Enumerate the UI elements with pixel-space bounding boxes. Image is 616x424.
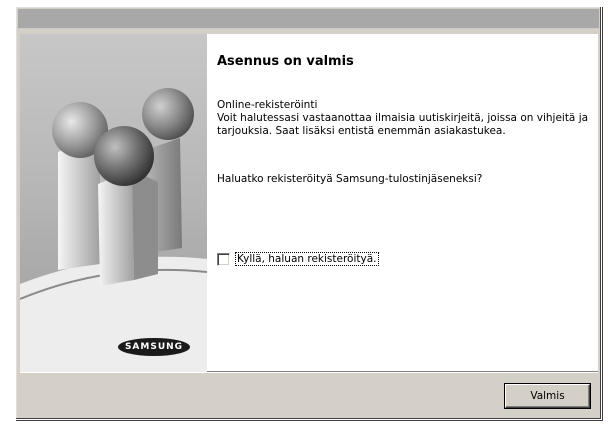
page-title: Asennus on valmis <box>217 54 354 69</box>
description-text: Voit halutessasi vastaanottaa ilmaisia u… <box>217 112 589 137</box>
finish-button[interactable]: Valmis <box>505 384 590 408</box>
spheres-illustration <box>20 88 207 372</box>
main-panel: Asennus on valmis Online-rekisteröinti V… <box>217 34 592 372</box>
samsung-logo-text: SAMSUNG <box>124 342 184 352</box>
side-banner: SAMSUNG <box>20 34 207 372</box>
title-bar[interactable] <box>18 9 599 29</box>
register-checkbox-row[interactable]: Kyllä, haluan rekisteröityä. <box>217 251 379 267</box>
registration-question: Haluatko rekisteröityä Samsung-tulostinj… <box>217 173 483 185</box>
register-checkbox[interactable] <box>217 252 230 266</box>
section-title: Online-rekisteröinti <box>217 99 318 111</box>
footer-divider <box>20 374 598 375</box>
register-checkbox-label[interactable]: Kyllä, haluan rekisteröityä. <box>235 252 379 266</box>
samsung-logo: SAMSUNG <box>118 338 190 356</box>
content-area: SAMSUNG Asennus on valmis Online-rekiste… <box>20 34 598 372</box>
installer-window: SAMSUNG Asennus on valmis Online-rekiste… <box>15 6 602 420</box>
